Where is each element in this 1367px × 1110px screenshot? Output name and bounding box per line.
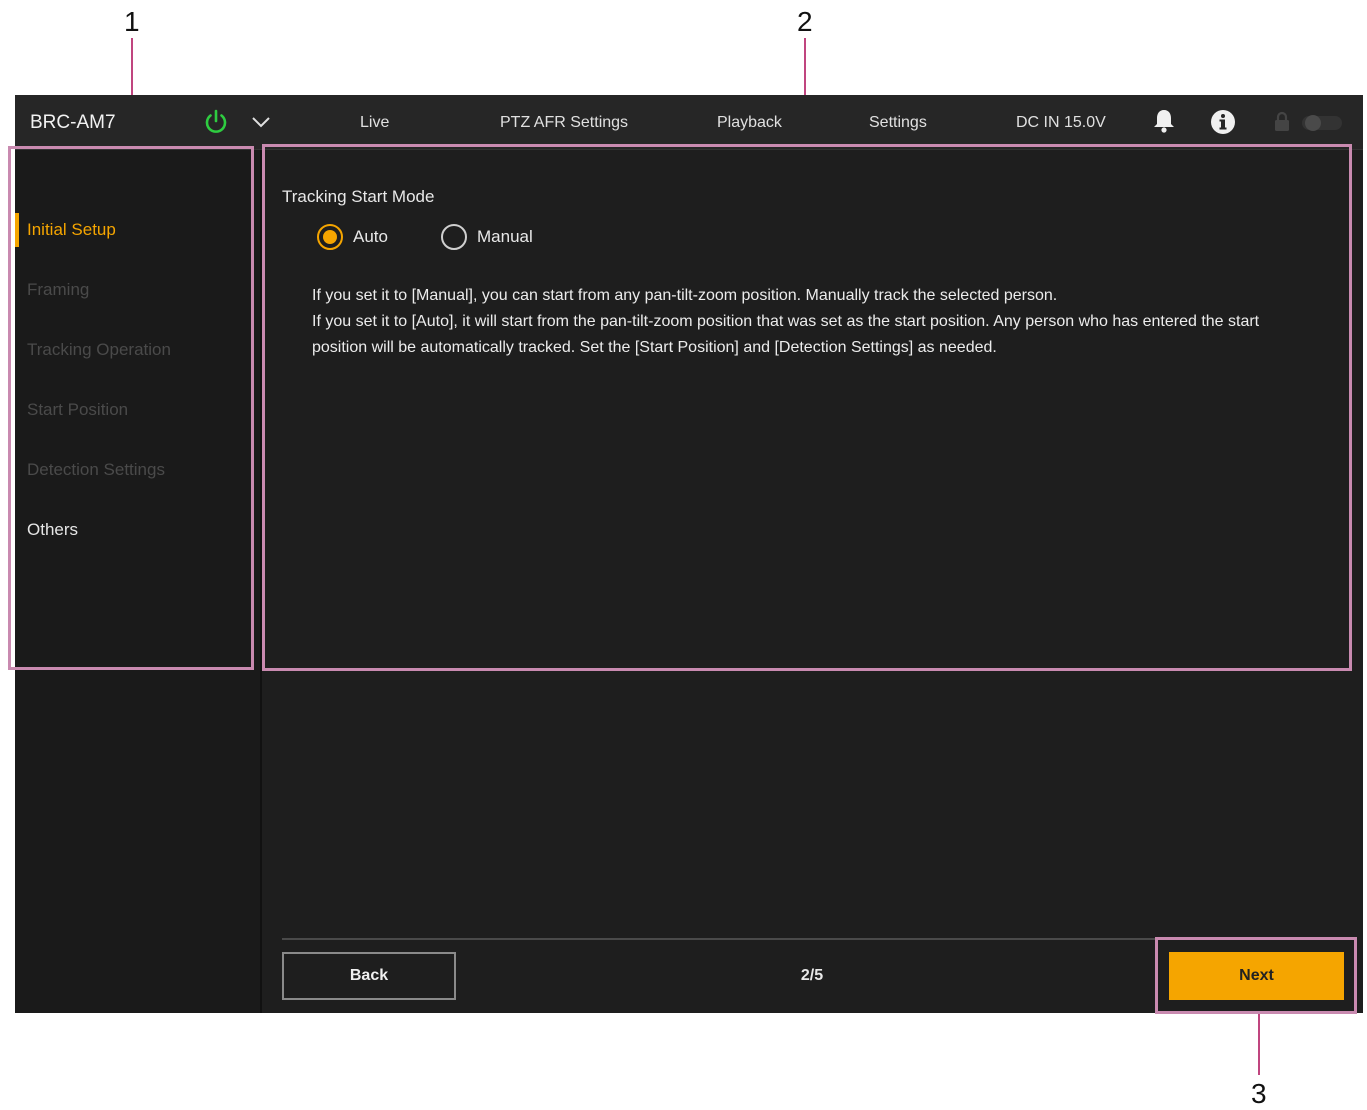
nav-live[interactable]: Live — [360, 114, 389, 132]
brand-label: BRC-AM7 — [30, 112, 116, 133]
callout-1: 1 — [124, 6, 140, 37]
page-indicator: 2/5 — [800, 967, 824, 984]
sidebar-item-detection-settings: Detection Settings — [27, 460, 165, 479]
sidebar-item-others[interactable]: Others — [27, 520, 78, 540]
description-line-2: If you set it to [Auto], it will start f… — [312, 313, 1260, 356]
description-line-1: If you set it to [Manual], you can start… — [312, 287, 1058, 304]
radio-manual[interactable]: Manual — [441, 221, 533, 253]
power-status: DC IN 15.0V — [1016, 114, 1106, 131]
description-text: If you set it to [Manual], you can start… — [312, 283, 1312, 361]
footer-divider — [282, 938, 1357, 940]
radio-manual-label: Manual — [477, 227, 533, 246]
top-bar: BRC-AM7 Live PTZ AFR Settings Playback S… — [15, 95, 1363, 150]
back-button[interactable]: Back — [282, 952, 456, 1000]
sidebar-item-tracking-operation: Tracking Operation — [27, 340, 171, 359]
next-button[interactable]: Next — [1169, 952, 1344, 1000]
nav-settings[interactable]: Settings — [869, 114, 927, 132]
nav-ptz-afr-settings[interactable]: PTZ AFR Settings — [500, 114, 628, 132]
radio-auto[interactable]: Auto — [317, 221, 388, 253]
radio-manual-circle[interactable] — [441, 224, 467, 250]
active-indicator — [15, 213, 19, 247]
lock-icon — [1275, 111, 1289, 131]
sidebar: Initial Setup Framing Tracking Operation… — [15, 150, 262, 1013]
radio-auto-label: Auto — [353, 227, 388, 246]
radio-auto-circle[interactable] — [317, 224, 343, 250]
sidebar-item-framing: Framing — [27, 280, 90, 299]
tracking-start-mode-label: Tracking Start Mode — [282, 187, 435, 206]
app-window: BRC-AM7 Live PTZ AFR Settings Playback S… — [15, 95, 1363, 1013]
toggle-switch-icon[interactable] — [1301, 113, 1343, 133]
callout-line-3 — [1258, 1013, 1260, 1075]
sidebar-item-initial-setup[interactable]: Initial Setup — [27, 220, 116, 240]
main-panel: Tracking Start Mode Auto Manual If you s… — [262, 150, 1363, 1013]
callout-3: 3 — [1251, 1078, 1267, 1109]
nav-playback[interactable]: Playback — [717, 114, 782, 132]
info-icon[interactable] — [1210, 109, 1236, 135]
bell-icon[interactable] — [1152, 108, 1176, 134]
chevron-down-icon[interactable] — [250, 111, 272, 133]
sidebar-item-start-position: Start Position — [27, 400, 129, 419]
power-icon[interactable] — [202, 108, 230, 136]
callout-2: 2 — [797, 6, 813, 37]
